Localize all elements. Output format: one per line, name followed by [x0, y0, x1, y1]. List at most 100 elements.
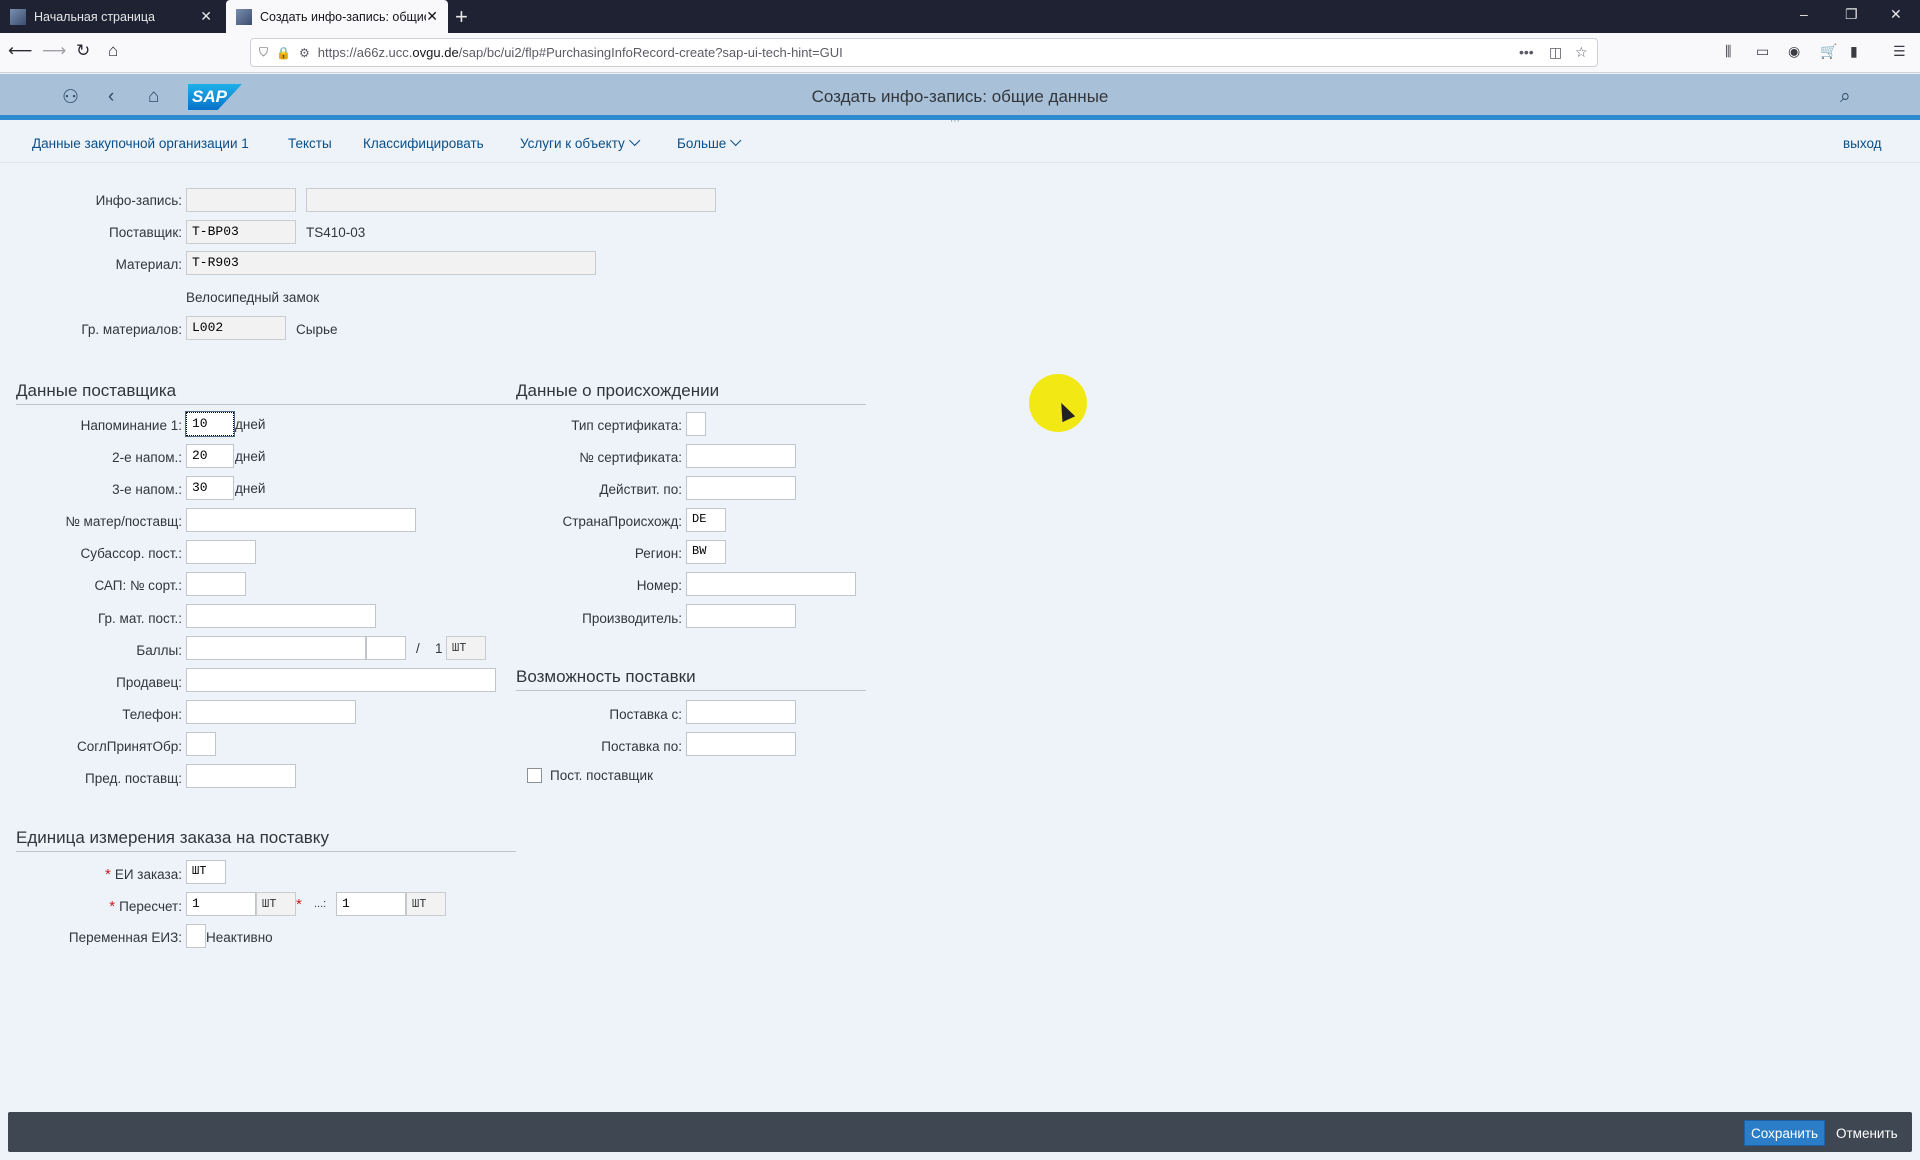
reminder3-label: 3-е напом.: — [112, 482, 182, 497]
supply-from-field[interactable] — [686, 700, 796, 724]
close-tab-icon[interactable]: ✕ — [200, 8, 212, 25]
menu-icon[interactable]: ☰ — [1893, 43, 1906, 60]
conversion-numerator-field[interactable]: 1 — [186, 892, 256, 916]
country-origin-field[interactable]: DE — [686, 508, 726, 532]
page-favicon-icon — [236, 8, 252, 25]
menu-texts[interactable]: Тексты — [288, 136, 332, 151]
account-icon[interactable]: ◉ — [1788, 43, 1800, 60]
save-button[interactable]: Сохранить — [1744, 1120, 1826, 1146]
conversion-unit2: ШТ — [406, 892, 446, 916]
reminder3-field[interactable]: 30 — [186, 476, 234, 500]
manufacturer-label: Производитель: — [582, 611, 682, 626]
supply-from-label: Поставка с: — [609, 707, 682, 722]
reload-icon[interactable]: ↻ — [76, 41, 90, 61]
material-group-description: Сырье — [296, 322, 338, 337]
prior-vendor-field[interactable] — [186, 764, 296, 788]
library-icon[interactable]: ⫼ — [1725, 43, 1731, 60]
permissions-icon[interactable]: ⚙ — [299, 46, 310, 60]
footer-bar — [8, 1112, 1912, 1152]
menu-classify[interactable]: Классифицировать — [363, 136, 484, 151]
supply-to-field[interactable] — [686, 732, 796, 756]
vendor-data-section-title: Данные поставщика — [16, 381, 516, 405]
cart-extension-icon[interactable]: 🛒 — [1820, 43, 1837, 60]
material-field[interactable]: T-R903 — [186, 251, 596, 275]
points-per-quantity: 1 — [435, 641, 443, 656]
subrange-field[interactable] — [186, 540, 256, 564]
region-label: Регион: — [634, 546, 682, 561]
cancel-button[interactable]: Отменить — [1832, 1120, 1902, 1146]
back-icon[interactable]: ⟵ — [8, 41, 32, 61]
flag-extension-icon[interactable]: ▮ — [1850, 43, 1858, 60]
home-icon[interactable]: ⌂ — [108, 41, 118, 61]
menu-services-for-object[interactable]: Услуги к объекту — [520, 134, 641, 151]
points-per-unit: ШТ — [446, 636, 486, 660]
minimize-icon[interactable]: – — [1800, 6, 1808, 22]
browser-tab-home[interactable]: Начальная страница ✕ — [0, 0, 222, 33]
required-marker: * — [296, 896, 302, 913]
region-field[interactable]: BW — [686, 540, 726, 564]
vendor-field[interactable]: T-BP03 — [186, 220, 296, 244]
lock-icon[interactable]: 🔒 — [276, 46, 291, 60]
shield-icon[interactable]: ⛉ — [259, 45, 268, 60]
vsr-sort-field[interactable] — [186, 572, 246, 596]
variable-ou-description: Неактивно — [206, 930, 273, 945]
reminder2-field[interactable]: 20 — [186, 444, 234, 468]
url-bar[interactable]: ⛉ 🔒 ⚙ https://a66z.ucc.ovgu.de/sap/bc/ui… — [250, 38, 1598, 67]
info-record-label: Инфо-запись: — [95, 193, 182, 208]
chevron-down-icon — [628, 134, 641, 147]
forward-icon[interactable]: ⟶ — [42, 41, 66, 61]
points-field[interactable] — [186, 636, 366, 660]
info-record-desc-field[interactable] — [306, 188, 716, 212]
menu-purch-org-data[interactable]: Данные закупочной организации 1 — [32, 136, 249, 151]
reminder2-unit: дней — [235, 449, 266, 464]
page-favicon-icon — [10, 8, 26, 25]
reminder3-unit: дней — [235, 481, 266, 496]
reminder1-unit: дней — [235, 417, 266, 432]
exit-button[interactable]: выход — [1843, 136, 1882, 151]
telephone-field[interactable] — [186, 700, 356, 724]
close-window-icon[interactable]: ✕ — [1890, 6, 1902, 23]
variable-ou-field[interactable] — [186, 924, 206, 948]
browser-tab-active[interactable]: Создать инфо-запись: общие ✕ — [226, 0, 448, 33]
order-unit-field[interactable]: ШТ — [186, 860, 226, 884]
return-agreement-label: СоглПринятОбр: — [77, 739, 182, 754]
material-group-field[interactable]: L002 — [186, 316, 286, 340]
conversion-denominator-field[interactable]: 1 — [336, 892, 406, 916]
number-field[interactable] — [686, 572, 856, 596]
cert-no-field[interactable] — [686, 444, 796, 468]
sap-shell-bar: ⚇ ‹ ⌂ SAP Создать инфо-запись: общие дан… — [0, 74, 1920, 120]
return-agreement-field[interactable] — [186, 732, 216, 756]
country-origin-label: СтранаПроисхожд: — [562, 514, 682, 529]
menu-more[interactable]: Больше — [677, 134, 742, 151]
points-unit-field[interactable] — [366, 636, 406, 660]
valid-to-label: Действит. по: — [599, 482, 682, 497]
restore-icon[interactable]: ❐ — [1845, 6, 1858, 23]
sidebar-icon[interactable]: ▭ — [1756, 43, 1769, 60]
pocket-icon[interactable]: ◫ — [1549, 44, 1562, 61]
number-label: Номер: — [636, 578, 682, 593]
new-tab-button[interactable]: + — [455, 4, 468, 30]
cert-type-field[interactable] — [686, 412, 706, 436]
more-actions-icon[interactable]: ••• — [1519, 44, 1534, 60]
order-unit-label: * ЕИ заказа: — [104, 866, 182, 883]
salesperson-field[interactable] — [186, 668, 496, 692]
telephone-label: Телефон: — [122, 707, 182, 722]
bookmark-star-icon[interactable]: ☆ — [1575, 44, 1588, 61]
supply-to-label: Поставка по: — [601, 739, 682, 754]
vendor-mat-no-field[interactable] — [186, 508, 416, 532]
reminder2-label: 2-е напом.: — [112, 450, 182, 465]
menu-bar: Данные закупочной организации 1 Тексты К… — [0, 125, 1920, 163]
vendor-mat-group-field[interactable] — [186, 604, 376, 628]
close-tab-icon[interactable]: ✕ — [426, 8, 438, 25]
chevron-down-icon — [730, 134, 742, 147]
search-icon[interactable]: ⌕ — [1840, 86, 1851, 108]
manufacturer-field[interactable] — [686, 604, 796, 628]
reminder1-field[interactable]: 10 — [185, 411, 235, 437]
valid-to-field[interactable] — [686, 476, 796, 500]
subrange-label: Субассор. пост.: — [80, 546, 182, 561]
regular-vendor-checkbox[interactable] — [527, 768, 542, 783]
cert-type-label: Тип сертификата: — [571, 418, 682, 433]
info-record-field[interactable] — [186, 188, 296, 212]
browser-tabbar: Начальная страница ✕ Создать инфо-запись… — [0, 0, 1920, 33]
required-marker: * — [104, 866, 111, 883]
